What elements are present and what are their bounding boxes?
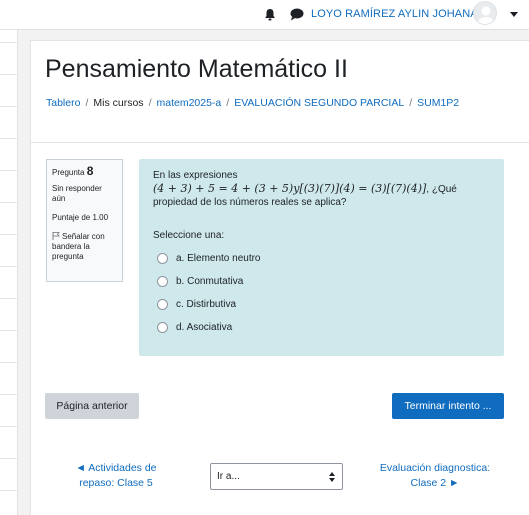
drawer-divider [0,458,18,459]
jump-to-label: Ir a... [217,471,240,482]
drawer-divider [0,234,18,235]
breadcrumb: Tablero / Mis cursos / matem2025-a / EVALUACIÓ… [46,97,459,109]
drawer-divider [0,170,18,171]
drawer-divider [0,426,18,427]
drawer-divider [0,202,18,203]
question-text-end: propiedad de los números reales se aplic… [153,197,347,208]
drawer-divider [0,42,18,43]
avatar[interactable] [473,1,497,25]
finish-attempt-button[interactable]: Terminar intento ... [392,393,504,419]
radio-button[interactable] [157,276,168,287]
next-activity-line2: Clase 2 ► [410,477,460,489]
radio-button[interactable] [157,322,168,333]
drawer-divider [0,138,18,139]
select-arrows-icon [329,472,335,482]
user-avatar-icon [478,6,494,24]
previous-activity-line2: repaso: Clase 5 [79,477,153,489]
question-grade: Puntaje de 1.00 [52,213,109,222]
radio-button[interactable] [157,299,168,310]
previous-page-button[interactable]: Página anterior [45,393,139,419]
option-c[interactable]: c. Distirbutiva [153,293,490,316]
chat-icon[interactable] [290,8,304,21]
chevron-down-icon[interactable] [510,12,518,17]
radio-button[interactable] [157,253,168,264]
drawer-divider [0,362,18,363]
option-label: b. Conmutativa [176,276,244,287]
question-number-value: 8 [86,164,94,178]
question-after-expression: , ¿Qué [426,184,457,195]
previous-activity-line1: ◄ Actividades de [75,462,157,474]
left-drawer [0,30,18,515]
breadcrumb-separator: / [85,97,89,109]
flag-icon [52,232,60,240]
user-name[interactable]: LOYO RAMÍREZ AYLIN JOHANA [311,8,478,20]
drawer-divider [0,394,18,395]
bell-icon[interactable] [264,8,276,21]
breadcrumb-separator: / [148,97,152,109]
breadcrumb-item-course[interactable]: matem2025-a [156,97,221,109]
breadcrumb-item-tablero[interactable]: Tablero [46,97,80,109]
question-info: Pregunta 8 Sin responder aún Puntaje de … [46,159,123,282]
breadcrumb-item-quiz[interactable]: SUM1P2 [417,97,459,109]
question-text: En las expresiones (4 + 3) + 5 = 4 + (3 … [153,169,490,209]
drawer-divider [0,330,18,331]
flag-question-toggle[interactable]: Señalar con bandera la pregunta [52,232,117,262]
question-content: En las expresiones (4 + 3) + 5 = 4 + (3 … [139,159,504,356]
breadcrumb-separator: / [409,97,413,109]
jump-to-select[interactable]: Ir a... [210,463,343,490]
next-activity-link[interactable]: Evaluación diagnostica: Clase 2 ► [371,461,499,491]
drawer-divider [0,490,18,491]
breadcrumb-item-section[interactable]: EVALUACIÓN SEGUNDO PARCIAL [234,97,404,109]
drawer-divider [0,74,18,75]
answer-options: a. Elemento neutro b. Conmutativa c. Dis… [153,247,490,339]
previous-activity-link[interactable]: ◄ Actividades de repaso: Clase 5 [61,461,171,491]
top-navbar: LOYO RAMÍREZ AYLIN JOHANA [0,0,529,30]
question-intro: En las expresiones [153,170,238,181]
page-title: Pensamiento Matemático II [45,55,348,83]
option-label: a. Elemento neutro [176,253,261,264]
question-label: Pregunta [52,168,85,177]
option-d[interactable]: d. Asociativa [153,316,490,339]
next-activity-line1: Evaluación diagnostica: [379,462,491,474]
drawer-divider [0,266,18,267]
option-label: c. Distirbutiva [176,299,237,310]
header-divider [31,142,529,143]
breadcrumb-item-mis-cursos[interactable]: Mis cursos [93,97,143,109]
main-content: Pensamiento Matemático II Tablero / Mis cu… [30,40,529,515]
answer-prompt: Seleccione una: [153,230,225,241]
breadcrumb-separator: / [226,97,230,109]
drawer-divider [0,106,18,107]
option-label: d. Asociativa [176,322,233,333]
option-b[interactable]: b. Conmutativa [153,270,490,293]
option-a[interactable]: a. Elemento neutro [153,247,490,270]
question-number: Pregunta 8 [52,164,117,178]
drawer-divider [0,298,18,299]
question-state: Sin responder aún [52,184,102,203]
math-expression: (4 + 3) + 5 = 4 + (3 + 5)y[(3)(7)](4) = … [153,182,427,195]
